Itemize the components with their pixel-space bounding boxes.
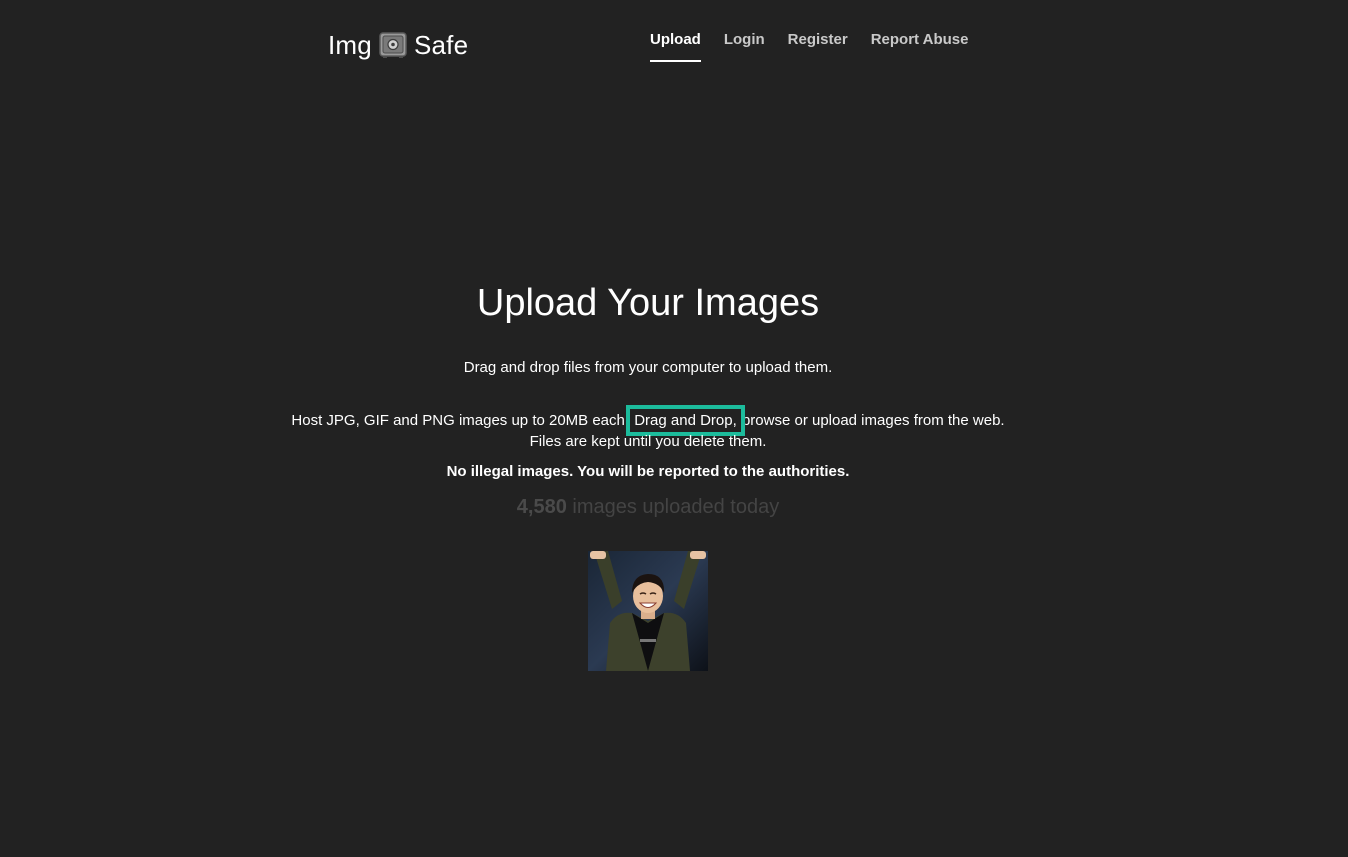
upload-info: Host JPG, GIF and PNG images up to 20MB … xyxy=(0,405,1296,436)
logo-text-img: Img xyxy=(328,29,372,60)
upload-count-label: images uploaded today xyxy=(566,496,780,518)
drag-and-drop-link[interactable]: Drag and Drop, xyxy=(626,405,745,436)
nav-register[interactable]: Register xyxy=(788,28,848,62)
page-title: Upload Your Images xyxy=(476,282,820,324)
upload-count: 4,580 xyxy=(516,496,567,518)
main-nav: Upload Login Register Report Abuse xyxy=(650,28,969,62)
nav-upload[interactable]: Upload xyxy=(650,28,701,62)
header: Img Safe Upload Login Register Report Ab… xyxy=(0,0,1348,90)
logo-text-safe: Safe xyxy=(413,29,469,60)
person-photo-image xyxy=(588,551,708,671)
site-logo[interactable]: Img Safe xyxy=(328,27,468,63)
uploaded-image-thumbnail[interactable] xyxy=(588,551,708,671)
upload-counter: 4,580 images uploaded today xyxy=(0,496,1296,519)
upload-info-text: Host JPG, GIF and PNG images up to 20MB … xyxy=(291,412,630,429)
upload-subtitle: Drag and drop files from your computer t… xyxy=(463,359,833,376)
retention-info: Files are kept until you delete them. xyxy=(529,433,767,450)
nav-report-abuse[interactable]: Report Abuse xyxy=(871,28,969,62)
nav-login[interactable]: Login xyxy=(724,28,765,62)
upload-info-text-after: browse or upload images from the web. xyxy=(737,412,1005,429)
safe-icon xyxy=(379,31,407,59)
illegal-images-warning: No illegal images. You will be reported … xyxy=(446,463,850,480)
